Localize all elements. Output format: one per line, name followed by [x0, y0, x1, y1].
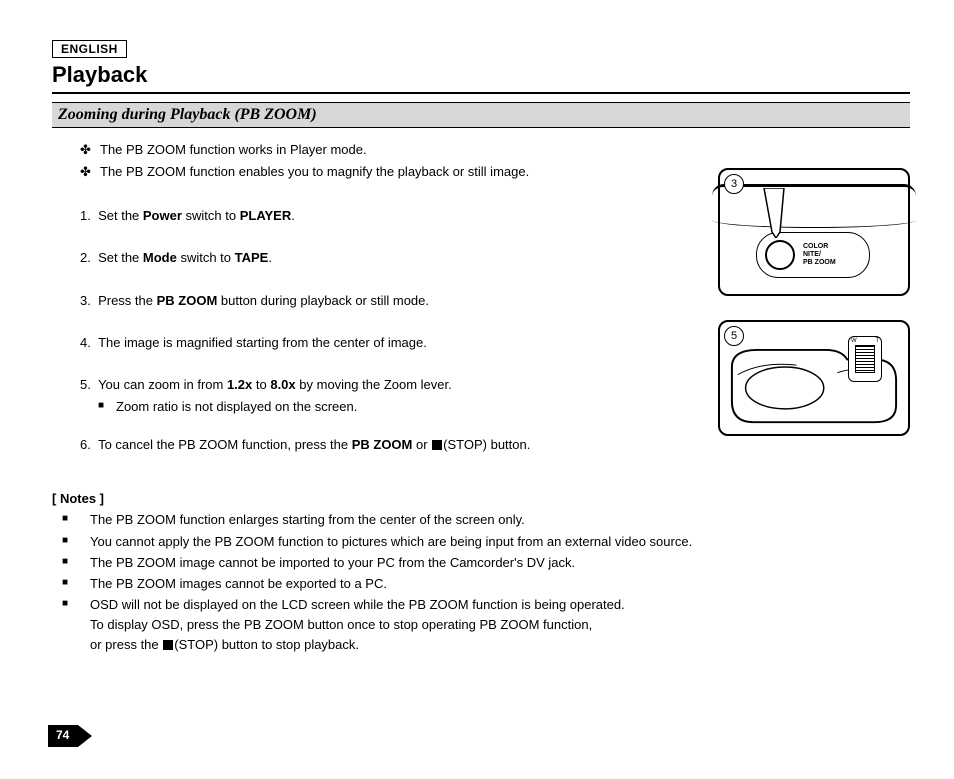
page-number-badge: 74 — [48, 725, 92, 747]
step-6: 6. To cancel the PB ZOOM function, press… — [80, 435, 698, 455]
step-4: 4. The image is magnified starting from … — [80, 333, 698, 353]
figure-column: 3 COLOR NITE/ PB ZOOM 5 — [718, 138, 910, 656]
page-number: 74 — [56, 728, 69, 742]
language-label: ENGLISH — [52, 40, 127, 58]
zoom-w-label: W — [851, 338, 857, 344]
zoom-lever-illustration: W T — [848, 336, 882, 382]
button-label: COLOR NITE/ PB ZOOM — [803, 243, 836, 266]
square-bullet-icon: ■ — [52, 510, 90, 530]
notes-heading: [ Notes ] — [52, 489, 698, 509]
step-3: 3. Press the PB ZOOM button during playb… — [80, 291, 698, 311]
step-5: 5. You can zoom in from 1.2x to 8.0x by … — [80, 375, 698, 417]
text-column: ✤ The PB ZOOM function works in Player m… — [52, 138, 718, 656]
cross-bullet-icon: ✤ — [80, 140, 100, 160]
stop-icon — [163, 640, 173, 650]
note-line: The PB ZOOM images cannot be exported to… — [90, 574, 387, 594]
step-1: 1. Set the Power switch to PLAYER. — [80, 206, 698, 226]
intro-line: The PB ZOOM function works in Player mod… — [100, 140, 367, 160]
square-bullet-icon: ■ — [52, 553, 90, 573]
figure-number: 3 — [724, 174, 744, 194]
section-heading: Zooming during Playback (PB ZOOM) — [52, 102, 910, 128]
square-bullet-icon: ■ — [52, 574, 90, 594]
note-line: The PB ZOOM image cannot be imported to … — [90, 553, 575, 573]
note-line: You cannot apply the PB ZOOM function to… — [90, 532, 692, 552]
figure-5: 5 W T — [718, 320, 910, 436]
square-bullet-icon: ■ — [52, 532, 90, 552]
page-title: Playback — [52, 62, 910, 94]
note-line: The PB ZOOM function enlarges starting f… — [90, 510, 525, 530]
square-bullet-icon: ■ — [98, 397, 116, 417]
figure-number: 5 — [724, 326, 744, 346]
stop-icon — [432, 440, 442, 450]
note-line: OSD will not be displayed on the LCD scr… — [90, 595, 625, 655]
cross-bullet-icon: ✤ — [80, 162, 100, 182]
zoom-t-label: T — [875, 338, 879, 344]
intro-line: The PB ZOOM function enables you to magn… — [100, 162, 529, 182]
step-2: 2. Set the Mode switch to TAPE. — [80, 248, 698, 268]
step-5-sub: Zoom ratio is not displayed on the scree… — [116, 397, 357, 417]
figure-3: 3 COLOR NITE/ PB ZOOM — [718, 168, 910, 296]
pb-zoom-button-illustration: COLOR NITE/ PB ZOOM — [756, 232, 870, 278]
square-bullet-icon: ■ — [52, 595, 90, 655]
